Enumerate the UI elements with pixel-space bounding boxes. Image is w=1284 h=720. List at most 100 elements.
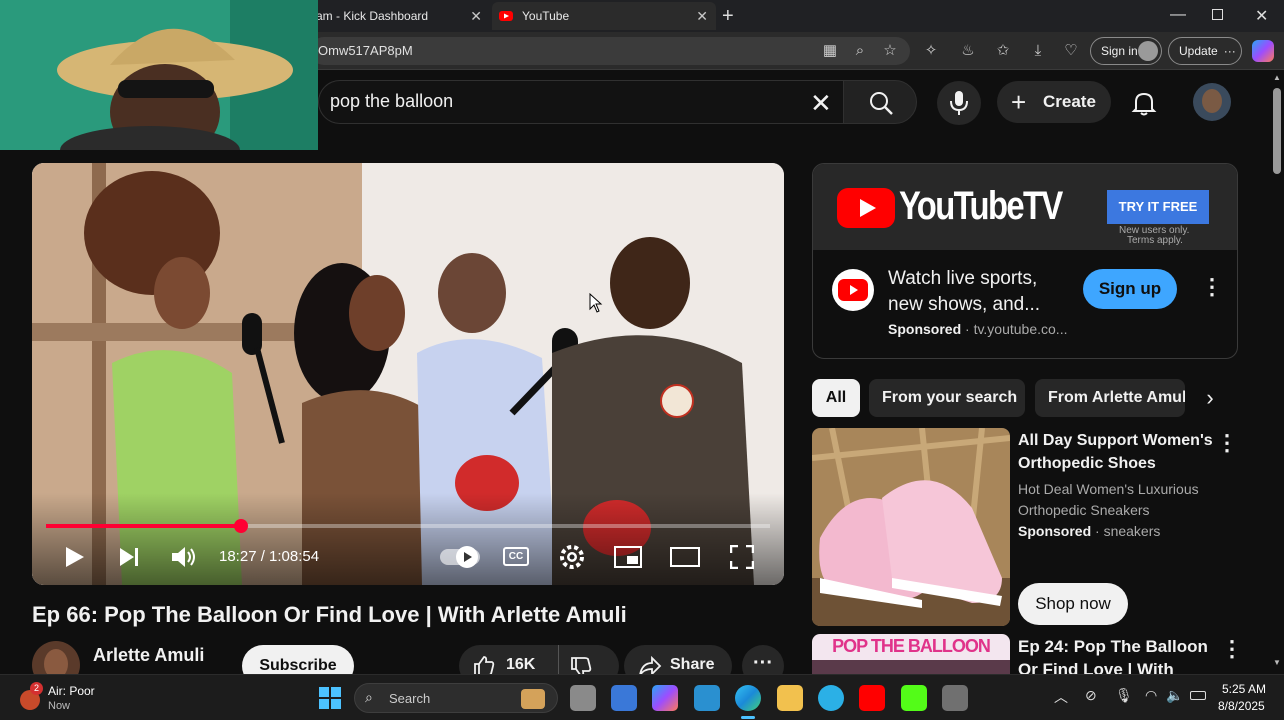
sidebar-video-menu-icon[interactable]: ⋮ <box>1221 636 1243 662</box>
performance-icon[interactable]: ♨ <box>958 41 978 61</box>
microphone-tray-icon[interactable]: 🎙 <box>1115 687 1133 704</box>
advertiser-logo <box>832 269 874 311</box>
sidebar-video-thumbnail[interactable]: POP THE BALLOON <box>812 634 1010 674</box>
chips-next-chevron-icon[interactable]: › <box>1186 379 1234 417</box>
lock-app-icon[interactable] <box>942 685 968 711</box>
chip-from-arlette-amuli[interactable]: From Arlette Amuli <box>1035 379 1185 417</box>
next-video-icon[interactable] <box>117 545 141 569</box>
youtube-tv-logo-icon <box>837 188 895 228</box>
minimize-window-icon[interactable]: — <box>1170 6 1186 24</box>
file-explorer-icon[interactable] <box>777 685 803 711</box>
microphone-icon <box>950 91 968 115</box>
create-label: Create <box>1043 92 1096 111</box>
notifications-bell-icon[interactable] <box>1131 90 1157 121</box>
theater-mode-icon[interactable] <box>670 547 700 567</box>
scrollbar-thumb[interactable] <box>1273 88 1281 174</box>
autoplay-toggle[interactable] <box>440 546 480 568</box>
clear-search-icon[interactable]: ✕ <box>810 88 832 119</box>
extensions-icon[interactable]: ✧ <box>921 41 941 61</box>
play-icon[interactable] <box>62 545 86 569</box>
miniplayer-icon[interactable] <box>614 546 642 568</box>
sidebar-video-title-1[interactable]: Ep 24: Pop The Balloon <box>1018 635 1208 658</box>
kick-app-icon[interactable] <box>901 685 927 711</box>
update-button[interactable]: Update ··· <box>1168 37 1242 65</box>
more-horizontal-icon: ··· <box>753 652 773 674</box>
windows-start-icon[interactable] <box>319 687 341 709</box>
sign-in-button[interactable]: Sign in <box>1090 37 1162 65</box>
sign-in-label: Sign in <box>1101 44 1138 58</box>
volume-icon[interactable] <box>170 545 198 569</box>
weather-badge: 2 <box>30 682 43 695</box>
youtube-app-icon[interactable] <box>859 685 885 711</box>
account-avatar[interactable] <box>1193 83 1231 121</box>
close-window-icon[interactable]: ✕ <box>1255 6 1268 26</box>
create-button[interactable]: + Create <box>997 81 1111 123</box>
sidebar-item-title-2[interactable]: Orthopedic Shoes <box>1018 452 1156 475</box>
weather-widget[interactable]: 2 Air: Poor Now <box>18 682 138 716</box>
widgets-store-icon[interactable] <box>611 685 637 711</box>
video-player[interactable]: 18:27 / 1:08:54 CC <box>32 163 784 585</box>
sponsored-ad-card[interactable]: YouTubeTV TRY IT FREE New users only. Te… <box>812 163 1238 359</box>
volume-tray-icon[interactable]: 🔈 <box>1166 687 1183 704</box>
zoom-icon[interactable]: ⌕ <box>850 41 870 61</box>
scroll-down-arrow-icon[interactable]: ▼ <box>1273 658 1281 667</box>
restore-window-icon[interactable] <box>1212 9 1223 20</box>
task-view-icon[interactable] <box>570 685 596 711</box>
app-available-icon[interactable]: ▦ <box>820 41 840 61</box>
youtube-logo-icon <box>838 279 868 301</box>
network-status-icon[interactable]: ⊘ <box>1085 687 1097 704</box>
progress-bar-track[interactable] <box>46 519 770 533</box>
windows-taskbar: 2 Air: Poor Now ⌕ Search ︿ ⊘ 🎙 ◠ 🔈 5:25 … <box>0 674 1284 720</box>
sidebar-video-title-2[interactable]: Or Find Love | With <box>1018 658 1174 674</box>
fullscreen-icon[interactable] <box>730 545 754 569</box>
taskbar-search-placeholder: Search <box>389 691 431 706</box>
favorite-star-icon[interactable]: ☆ <box>880 41 900 61</box>
chrome-canary-icon[interactable] <box>818 685 844 711</box>
close-tab-icon[interactable]: ✕ <box>696 8 708 25</box>
tab-youtube[interactable]: YouTube ✕ <box>492 2 716 30</box>
chip-from-your-search[interactable]: From your search <box>869 379 1025 417</box>
tab-kick-dashboard[interactable]: am - Kick Dashboard ✕ <box>310 2 490 30</box>
channel-name[interactable]: Arlette Amuli <box>93 645 204 666</box>
taskbar-clock-date[interactable]: 8/8/2025 <box>1218 699 1265 713</box>
edge-browser-icon[interactable] <box>735 685 761 711</box>
taskbar-clock-time[interactable]: 5:25 AM <box>1222 682 1266 696</box>
wifi-icon[interactable]: ◠ <box>1145 687 1157 704</box>
close-tab-icon[interactable]: ✕ <box>470 8 482 25</box>
shop-now-button[interactable]: Shop now <box>1018 583 1128 625</box>
copilot-app-icon[interactable] <box>652 685 678 711</box>
battery-icon[interactable] <box>1190 691 1206 700</box>
page-scrollbar[interactable]: ▲ ▼ <box>1270 70 1284 674</box>
ad-headline-1: Watch live sports, <box>888 268 1038 289</box>
sidebar-item-title-1[interactable]: All Day Support Women's <box>1018 429 1213 452</box>
show-hidden-icons-chevron-icon[interactable]: ︿ <box>1054 687 1068 707</box>
tab-label: YouTube <box>522 9 570 23</box>
settings-gear-icon[interactable] <box>559 544 585 570</box>
search-highlight-cat-icon <box>521 689 545 709</box>
copilot-icon[interactable] <box>1252 40 1274 62</box>
taskbar-search-box[interactable]: ⌕ Search <box>354 683 558 713</box>
photo-app-icon[interactable] <box>694 685 720 711</box>
chip-all[interactable]: All <box>812 379 860 417</box>
more-menu-icon: ··· <box>1223 44 1236 58</box>
scroll-up-arrow-icon[interactable]: ▲ <box>1273 73 1281 82</box>
mouse-cursor-icon <box>589 293 603 313</box>
ad-menu-icon[interactable]: ⋮ <box>1201 274 1223 300</box>
like-count: 16K <box>506 656 536 673</box>
ad-domain: · tv.youtube.co... <box>965 321 1068 337</box>
sneaker-ad-thumbnail[interactable] <box>812 428 1010 626</box>
favorites-icon[interactable]: ✩ <box>993 41 1013 61</box>
shop-now-label: Shop now <box>1035 594 1111 613</box>
browser-essentials-icon[interactable]: ♡ <box>1061 41 1081 61</box>
new-tab-button[interactable]: + <box>722 2 742 30</box>
captions-icon[interactable]: CC <box>503 547 529 566</box>
sign-up-button[interactable]: Sign up <box>1083 269 1177 309</box>
search-button[interactable] <box>843 80 917 124</box>
ad-banner[interactable]: YouTubeTV TRY IT FREE New users only. Te… <box>813 164 1237 250</box>
sidebar-item-menu-icon[interactable]: ⋮ <box>1216 430 1238 456</box>
try-it-free-button[interactable]: TRY IT FREE <box>1107 190 1209 224</box>
sidebar-item-sponsored-row: Sponsored · sneakers <box>1018 521 1160 542</box>
ad-brand-name: YouTubeTV <box>899 184 1063 228</box>
downloads-icon[interactable]: ⤓ <box>1028 41 1048 61</box>
voice-search-button[interactable] <box>937 81 981 125</box>
